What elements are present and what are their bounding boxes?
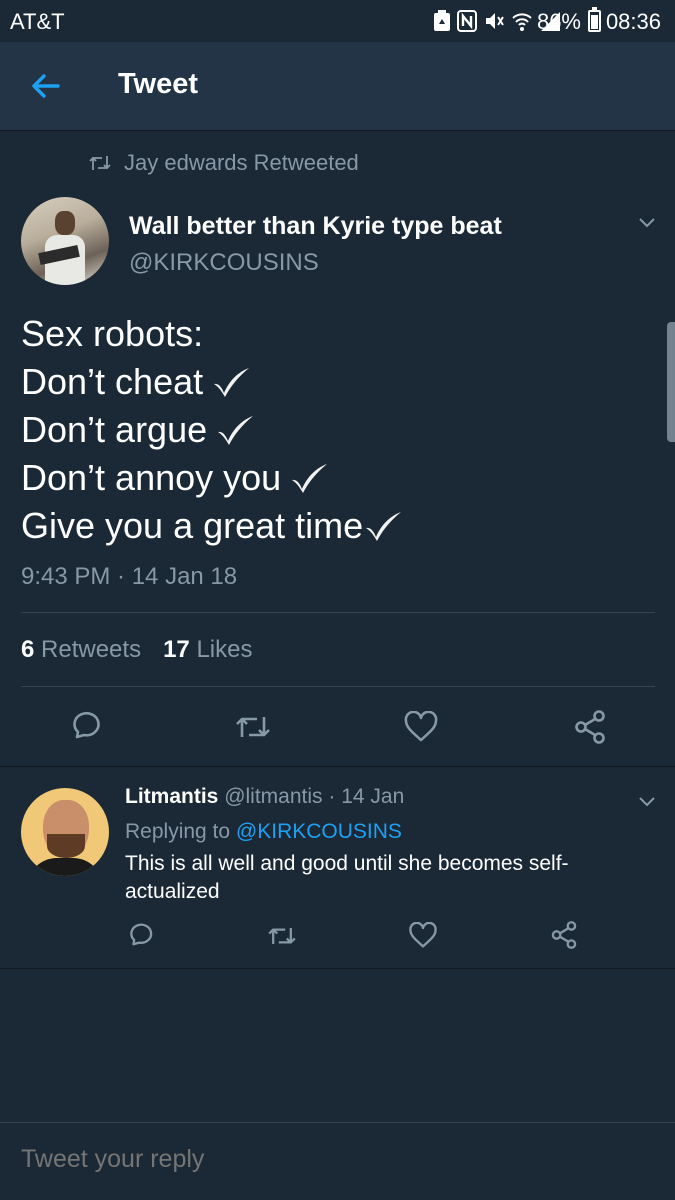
check-mark-icon — [292, 464, 328, 493]
author-name[interactable]: Wall better than Kyrie type beat — [129, 212, 502, 241]
mention-link[interactable]: @KIRKCOUSINS — [236, 820, 402, 843]
tweet-line: Don’t argue — [21, 406, 641, 454]
reply-icon[interactable] — [126, 922, 154, 950]
tweet-timestamp: 9:43 PM · 14 Jan 18 — [21, 563, 238, 590]
reply-author-name[interactable]: Litmantis — [125, 785, 218, 808]
wifi-icon — [512, 13, 532, 31]
likes-stat[interactable]: 17 Likes — [163, 636, 252, 664]
battery-percent: 86% — [536, 9, 581, 34]
like-heart-icon[interactable] — [408, 922, 438, 949]
reply-text: This is all well and good until she beco… — [125, 852, 569, 903]
top-bar: Tweet — [0, 42, 675, 131]
replying-to: Replying to @KIRKCOUSINS — [125, 820, 402, 843]
chevron-down-icon[interactable] — [637, 212, 657, 232]
reply-input[interactable] — [21, 1145, 661, 1174]
check-mark-icon — [366, 512, 402, 541]
back-arrow-icon[interactable] — [26, 66, 66, 106]
reply-date: · 14 Jan — [328, 785, 405, 808]
divider — [0, 766, 675, 767]
reply-header: Litmantis @litmantis · 14 Jan — [125, 785, 404, 809]
divider — [21, 612, 655, 613]
divider — [0, 968, 675, 969]
share-icon[interactable] — [573, 709, 607, 745]
retweeted-by-label: Jay edwards Retweeted — [124, 150, 359, 175]
page-title: Tweet — [118, 68, 199, 100]
check-mark-icon — [218, 416, 254, 445]
nfc-icon — [457, 10, 477, 32]
reply-author-handle[interactable]: @litmantis — [224, 785, 322, 808]
recycle-icon — [434, 10, 450, 31]
tweet-line: Sex robots: — [21, 313, 204, 354]
retweeted-by[interactable]: Jay edwards Retweeted — [88, 150, 359, 176]
status-time: 08:36 — [605, 9, 661, 34]
check-mark-icon — [214, 368, 250, 397]
share-icon[interactable] — [550, 920, 578, 950]
tweet-line: Don’t annoy you — [21, 454, 641, 502]
avatar[interactable] — [21, 197, 109, 285]
author-handle[interactable]: @KIRKCOUSINS — [129, 249, 319, 277]
retweet-small-icon — [89, 156, 111, 170]
status-bar: AT&T 86% 08:36 — [0, 0, 675, 42]
retweet-icon[interactable] — [266, 923, 298, 949]
reply-avatar[interactable] — [21, 788, 109, 876]
tweet-text: Sex robots: Don’t cheat Don’t argue Don’… — [21, 310, 641, 550]
tweet-stats: 6 Retweets 17 Likes — [21, 636, 252, 664]
like-heart-icon[interactable] — [403, 711, 439, 743]
mute-icon — [486, 13, 504, 29]
retweet-icon[interactable] — [233, 711, 273, 743]
tweet-line: Give you a great time — [21, 502, 641, 550]
reply-icon[interactable] — [68, 710, 102, 744]
chevron-down-icon[interactable] — [637, 791, 657, 811]
battery-icon — [588, 7, 601, 32]
tweet-line: Don’t cheat — [21, 358, 641, 406]
reply-composer — [0, 1122, 675, 1200]
retweets-stat[interactable]: 6 Retweets — [21, 636, 141, 664]
carrier-label: AT&T — [10, 9, 65, 34]
divider — [21, 686, 655, 687]
scrollbar[interactable] — [667, 322, 675, 442]
